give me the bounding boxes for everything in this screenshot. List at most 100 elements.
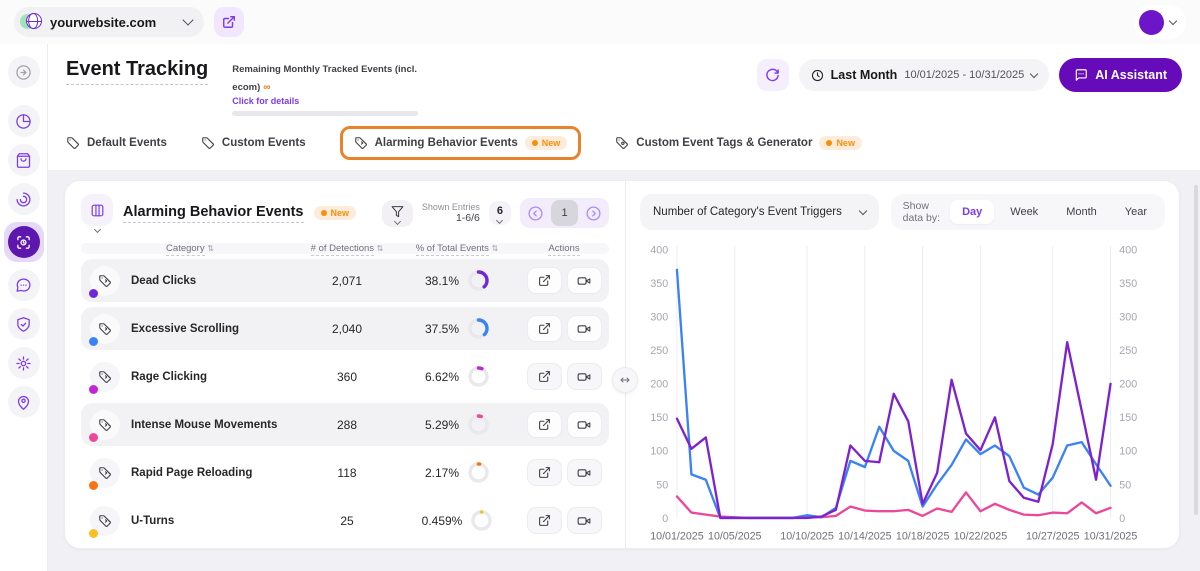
sidebar-item-event-tracking[interactable] xyxy=(8,226,40,258)
category-icon xyxy=(90,266,120,296)
column-category[interactable]: Category ⇅ xyxy=(81,243,299,254)
sidebar-item-locations[interactable] xyxy=(8,386,40,418)
watch-recording-button[interactable] xyxy=(567,267,602,294)
event-triggers-line-chart[interactable]: 0050501001001501502002002502503003003503… xyxy=(640,236,1165,549)
open-event-button[interactable] xyxy=(527,459,562,486)
open-event-button[interactable] xyxy=(527,267,562,294)
tab-custom-event-tags-generator[interactable]: Custom Event Tags & Generator New xyxy=(615,136,862,150)
svg-text:100: 100 xyxy=(1119,446,1137,458)
sidebar-item-settings[interactable] xyxy=(8,347,40,379)
ai-assistant-label: AI Assistant xyxy=(1095,68,1167,82)
open-event-icon xyxy=(538,418,551,431)
gear-icon xyxy=(15,355,32,372)
svg-text:150: 150 xyxy=(1119,412,1137,424)
watch-recording-button[interactable] xyxy=(567,411,602,438)
arrow-left-circle-icon xyxy=(527,205,544,222)
date-range-selector[interactable]: Last Month 10/01/2025 - 10/31/2025 xyxy=(799,59,1050,91)
spiral-icon xyxy=(15,191,32,208)
open-event-button[interactable] xyxy=(527,411,562,438)
svg-text:10/14/2025: 10/14/2025 xyxy=(838,530,892,542)
filter-button[interactable] xyxy=(382,200,413,227)
sidebar-expand-button[interactable] xyxy=(8,56,40,88)
category-name: Rage Clicking xyxy=(125,371,299,383)
granularity-switcher: Show data by: Day Week Month Year xyxy=(891,194,1165,230)
open-site-button[interactable] xyxy=(214,7,244,37)
ai-assistant-button[interactable]: AI Assistant xyxy=(1059,58,1182,92)
granularity-week[interactable]: Week xyxy=(998,200,1050,224)
detections-count: 360 xyxy=(299,370,395,384)
percent-donut xyxy=(468,462,489,483)
watch-recording-button[interactable] xyxy=(567,315,602,342)
page-size-value: 6 xyxy=(497,205,503,217)
shown-entries: Shown Entries 1-6/6 xyxy=(422,202,480,224)
tag-gear-icon xyxy=(615,136,629,150)
table-row[interactable]: U-Turns250.459% xyxy=(81,499,609,542)
open-event-button[interactable] xyxy=(527,315,562,342)
open-event-button[interactable] xyxy=(527,363,562,390)
resize-handle[interactable] xyxy=(612,367,638,393)
sidebar-item-ecommerce[interactable] xyxy=(8,144,40,176)
category-color-dot xyxy=(89,385,98,394)
table-header-row: Category ⇅ # of Detections ⇅ % of Total … xyxy=(81,243,609,254)
category-icon xyxy=(90,362,120,392)
panel-divider xyxy=(625,181,626,548)
percent-value: 5.29% xyxy=(425,418,459,432)
granularity-year[interactable]: Year xyxy=(1113,200,1159,224)
tab-alarming-behavior-events[interactable]: Alarming Behavior Events New xyxy=(340,126,582,160)
open-event-icon xyxy=(538,370,551,383)
page-size-select[interactable]: 6 xyxy=(489,201,511,225)
tab-label: Custom Events xyxy=(222,137,306,149)
detections-count: 25 xyxy=(299,514,395,528)
watch-recording-button[interactable] xyxy=(567,507,602,534)
svg-text:350: 350 xyxy=(1119,278,1137,290)
shown-entries-label: Shown Entries xyxy=(422,202,480,212)
granularity-day[interactable]: Day xyxy=(950,200,994,224)
next-page-button[interactable] xyxy=(580,200,607,226)
prev-page-button[interactable] xyxy=(522,200,549,226)
table-row[interactable]: Rage Clicking3606.62% xyxy=(81,355,609,398)
sidebar-item-security[interactable] xyxy=(8,308,40,340)
table-row[interactable]: Intense Mouse Movements2885.29% xyxy=(81,403,609,446)
vertical-scrollbar[interactable] xyxy=(1194,185,1198,515)
metric-selector[interactable]: Number of Category's Event Triggers xyxy=(640,194,879,230)
sidebar-item-recordings[interactable] xyxy=(8,183,40,215)
table-row[interactable]: Excessive Scrolling2,04037.5% xyxy=(81,307,609,350)
open-event-button[interactable] xyxy=(527,507,562,534)
category-color-dot xyxy=(89,481,98,490)
sidebar-item-feedback[interactable] xyxy=(8,269,40,301)
sidebar-item-analytics[interactable] xyxy=(8,105,40,137)
refresh-button[interactable] xyxy=(757,59,789,91)
category-color-dot xyxy=(89,337,98,346)
tracked-events-summary: Remaining Monthly Tracked Events (incl. … xyxy=(232,59,432,116)
chevron-down-icon xyxy=(93,226,100,233)
tracked-events-details-link[interactable]: Click for details xyxy=(232,96,432,106)
page-number[interactable]: 1 xyxy=(551,200,578,226)
new-badge: New xyxy=(819,136,862,150)
session-recording-icon xyxy=(577,322,591,336)
watch-recording-button[interactable] xyxy=(567,363,602,390)
open-event-icon xyxy=(538,514,551,527)
category-color-dot xyxy=(89,529,98,538)
percent-donut xyxy=(471,510,492,531)
chart-panel: Number of Category's Event Triggers Show… xyxy=(626,181,1179,548)
site-selector[interactable]: yourwebsite.com xyxy=(14,7,204,37)
svg-text:10/22/2025: 10/22/2025 xyxy=(954,530,1008,542)
column-percent[interactable]: % of Total Events ⇅ xyxy=(395,243,519,254)
svg-text:10/31/2025: 10/31/2025 xyxy=(1084,530,1138,542)
category-icon xyxy=(90,506,120,536)
sidebar xyxy=(0,44,48,571)
tag-alert-icon xyxy=(354,136,368,150)
tab-custom-events[interactable]: Custom Events xyxy=(201,136,306,150)
watch-recording-button[interactable] xyxy=(567,459,602,486)
granularity-month[interactable]: Month xyxy=(1054,200,1109,224)
pie-chart-icon xyxy=(15,113,32,130)
detections-count: 288 xyxy=(299,418,395,432)
table-row[interactable]: Dead Clicks2,07138.1% xyxy=(81,259,609,302)
svg-text:250: 250 xyxy=(1119,345,1137,357)
user-menu[interactable] xyxy=(1134,5,1186,39)
table-view-button[interactable] xyxy=(81,194,113,232)
tab-default-events[interactable]: Default Events xyxy=(66,136,167,150)
funnel-icon xyxy=(391,205,404,218)
column-detections[interactable]: # of Detections ⇅ xyxy=(299,243,395,254)
table-row[interactable]: Rapid Page Reloading1182.17% xyxy=(81,451,609,494)
